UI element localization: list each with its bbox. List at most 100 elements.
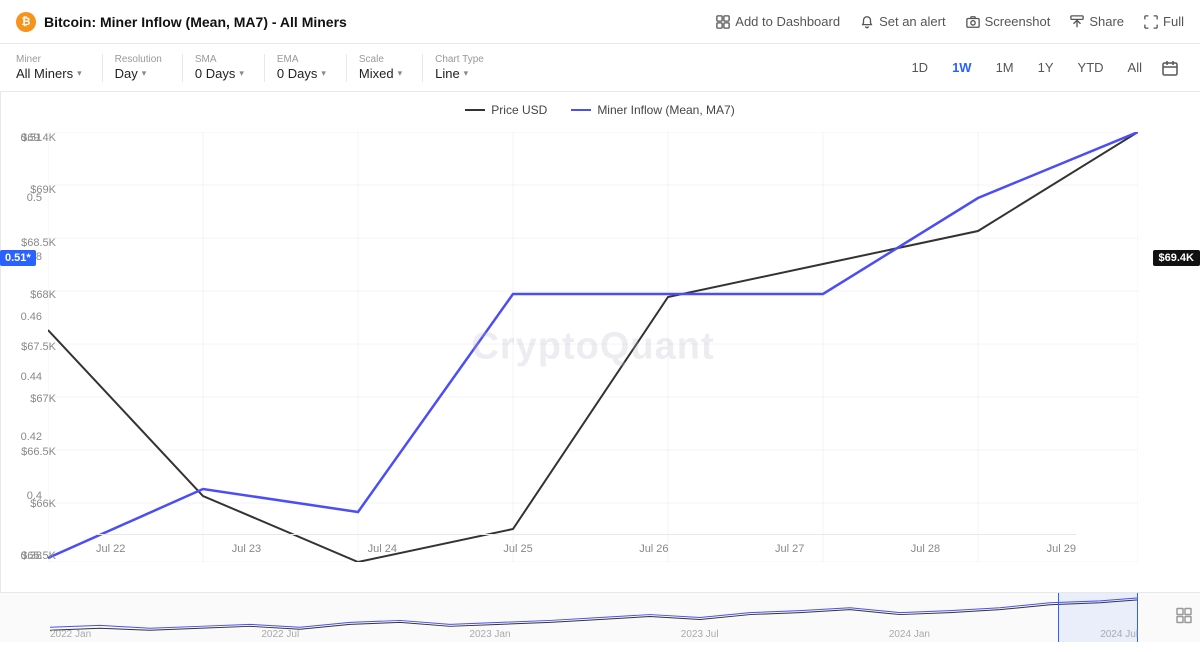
chart-type-select[interactable]: Line ▾ xyxy=(435,66,484,81)
time-btn-1y[interactable]: 1Y xyxy=(1028,56,1064,79)
divider-3 xyxy=(264,54,265,82)
chart-type-control: Chart Type Line ▾ xyxy=(435,54,484,81)
scale-value: Mixed xyxy=(359,66,394,81)
mini-label-2022jan: 2022 Jan xyxy=(50,629,91,640)
chart-type-value: Line xyxy=(435,66,460,81)
share-icon xyxy=(1070,15,1084,29)
y-right-2: $68.5K xyxy=(7,237,56,249)
set-alert-label: Set an alert xyxy=(879,14,946,29)
current-value-badge-left: 0.51* xyxy=(0,250,36,266)
mini-expand-icon[interactable] xyxy=(1176,607,1192,628)
chart-container: Price USD Miner Inflow (Mean, MA7) 0.51*… xyxy=(0,92,1200,592)
legend-line-blue xyxy=(571,109,591,111)
time-btn-ytd[interactable]: YTD xyxy=(1068,56,1114,79)
share-label: Share xyxy=(1089,14,1124,29)
x-label-jul22: Jul 22 xyxy=(96,543,125,555)
x-label-jul23: Jul 23 xyxy=(232,543,261,555)
y-right-1: $69K xyxy=(7,184,56,196)
chart-type-chevron-icon: ▾ xyxy=(464,68,469,79)
set-alert-button[interactable]: Set an alert xyxy=(860,14,946,29)
main-chart-svg xyxy=(48,132,1138,562)
x-label-jul26: Jul 26 xyxy=(639,543,668,555)
miner-label: Miner xyxy=(16,54,82,65)
ema-chevron-icon: ▾ xyxy=(321,68,326,79)
mini-chart: 2022 Jan 2022 Jul 2023 Jan 2023 Jul 2024… xyxy=(0,592,1200,642)
resolution-value: Day xyxy=(115,66,138,81)
time-period-controls: 1D 1W 1M 1Y YTD All xyxy=(901,54,1184,82)
fullscreen-label: Full xyxy=(1163,14,1184,29)
miner-select[interactable]: All Miners ▾ xyxy=(16,66,82,81)
miner-value: All Miners xyxy=(16,66,73,81)
legend-miner-inflow: Miner Inflow (Mean, MA7) xyxy=(571,103,734,117)
miner-inflow-line xyxy=(48,132,1138,558)
resolution-control: Resolution Day ▾ xyxy=(115,54,162,81)
chart-legend: Price USD Miner Inflow (Mean, MA7) xyxy=(0,92,1200,128)
sma-chevron-icon: ▾ xyxy=(239,68,244,79)
screenshot-label: Screenshot xyxy=(985,14,1051,29)
expand-icon xyxy=(1176,607,1192,623)
add-dashboard-label: Add to Dashboard xyxy=(735,14,840,29)
time-btn-1d[interactable]: 1D xyxy=(901,56,938,79)
mini-chart-labels: 2022 Jan 2022 Jul 2023 Jan 2023 Jul 2024… xyxy=(50,629,1138,640)
bell-icon xyxy=(860,15,874,29)
scale-label: Scale xyxy=(359,54,402,65)
fullscreen-icon xyxy=(1144,15,1158,29)
miner-chevron-icon: ▾ xyxy=(77,68,82,79)
x-axis: Jul 22 Jul 23 Jul 24 Jul 25 Jul 26 Jul 2… xyxy=(96,534,1076,562)
top-actions: Add to Dashboard Set an alert Screenshot… xyxy=(716,14,1184,29)
legend-price-label: Price USD xyxy=(491,103,547,117)
legend-miner-label: Miner Inflow (Mean, MA7) xyxy=(597,103,734,117)
mini-inflow-line xyxy=(50,598,1138,628)
camera-icon xyxy=(966,15,980,29)
y-right-7: $66K xyxy=(7,498,56,510)
sma-label: SMA xyxy=(195,54,244,65)
legend-price-usd: Price USD xyxy=(465,103,547,117)
ema-value: 0 Days xyxy=(277,66,317,81)
y-right-3: $68K xyxy=(7,289,56,301)
resolution-select[interactable]: Day ▾ xyxy=(115,66,162,81)
mini-label-2024jan: 2024 Jan xyxy=(889,629,930,640)
x-label-jul27: Jul 27 xyxy=(775,543,804,555)
screenshot-button[interactable]: Screenshot xyxy=(966,14,1051,29)
miner-control: Miner All Miners ▾ xyxy=(16,54,82,81)
page-title: Bitcoin: Miner Inflow (Mean, MA7) - All … xyxy=(44,14,347,30)
y-axis-right: $69.4K $69K $68.5K $68K $67.5K $67K $66.… xyxy=(0,92,62,592)
ema-select[interactable]: 0 Days ▾ xyxy=(277,66,326,81)
sma-control: SMA 0 Days ▾ xyxy=(195,54,244,81)
y-right-5: $67K xyxy=(7,393,56,405)
x-label-jul28: Jul 28 xyxy=(911,543,940,555)
current-value-badge-right: $69.4K xyxy=(1153,250,1200,266)
share-button[interactable]: Share xyxy=(1070,14,1124,29)
fullscreen-button[interactable]: Full xyxy=(1144,14,1184,29)
ema-label: EMA xyxy=(277,54,326,65)
mini-label-2023jul: 2023 Jul xyxy=(681,629,719,640)
price-line xyxy=(48,132,1138,562)
scale-chevron-icon: ▾ xyxy=(398,68,403,79)
y-right-0: $69.4K xyxy=(7,132,56,144)
divider-2 xyxy=(182,54,183,82)
divider-5 xyxy=(422,54,423,82)
y-right-4: $67.5K xyxy=(7,341,56,353)
title-area: ₿ Bitcoin: Miner Inflow (Mean, MA7) - Al… xyxy=(16,12,347,32)
scale-select[interactable]: Mixed ▾ xyxy=(359,66,402,81)
legend-line-black xyxy=(465,109,485,111)
time-btn-1w[interactable]: 1W xyxy=(942,56,982,79)
ema-control: EMA 0 Days ▾ xyxy=(277,54,326,81)
top-bar: ₿ Bitcoin: Miner Inflow (Mean, MA7) - Al… xyxy=(0,0,1200,44)
time-btn-1m[interactable]: 1M xyxy=(986,56,1024,79)
x-label-jul25: Jul 25 xyxy=(503,543,532,555)
time-btn-all[interactable]: All xyxy=(1118,56,1152,79)
resolution-label: Resolution xyxy=(115,54,162,65)
bitcoin-icon: ₿ xyxy=(16,12,36,32)
calendar-button[interactable] xyxy=(1156,54,1184,82)
sma-select[interactable]: 0 Days ▾ xyxy=(195,66,244,81)
sma-value: 0 Days xyxy=(195,66,235,81)
calendar-icon xyxy=(1162,60,1178,76)
dashboard-icon xyxy=(716,15,730,29)
x-label-jul29: Jul 29 xyxy=(1047,543,1076,555)
resolution-chevron-icon: ▾ xyxy=(142,68,147,79)
mini-label-2023jan: 2023 Jan xyxy=(469,629,510,640)
x-label-jul24: Jul 24 xyxy=(368,543,397,555)
scale-control: Scale Mixed ▾ xyxy=(359,54,402,81)
add-to-dashboard-button[interactable]: Add to Dashboard xyxy=(716,14,840,29)
